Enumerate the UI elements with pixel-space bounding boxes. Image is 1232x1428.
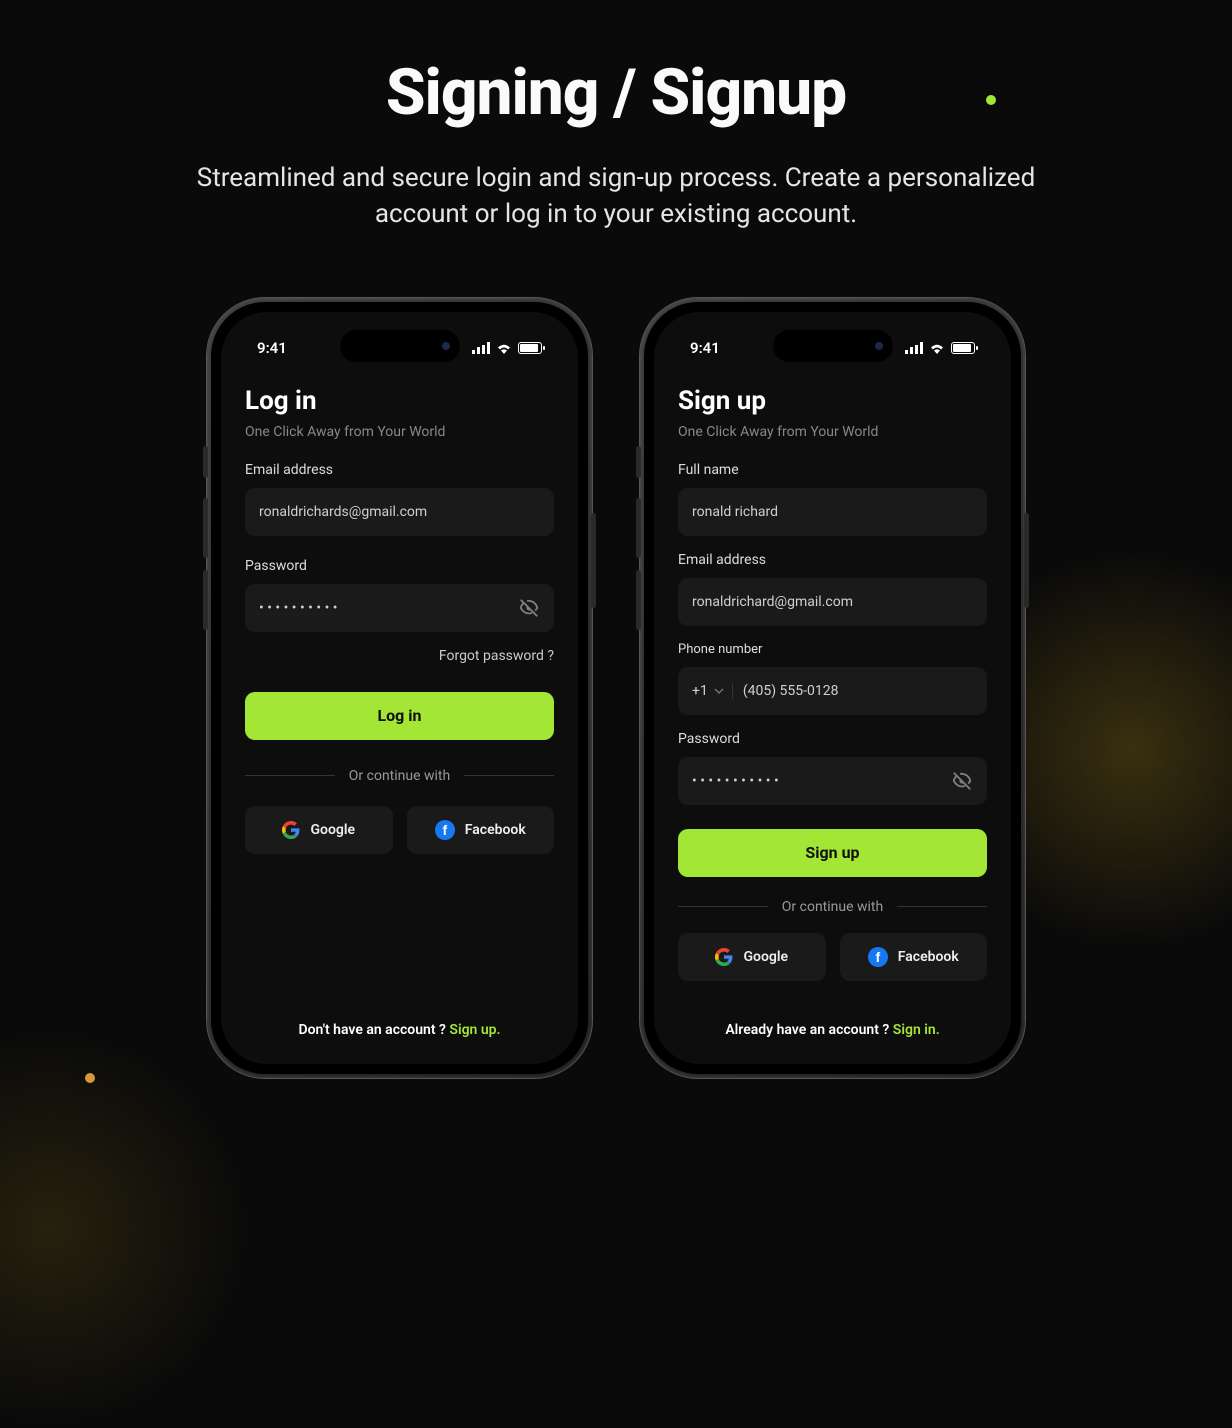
facebook-login-button[interactable]: f Facebook	[407, 806, 555, 854]
phone-side-button	[203, 570, 208, 630]
fullname-field[interactable]: ronald richard	[678, 488, 987, 536]
dynamic-island	[340, 330, 460, 362]
page-header: Signing / Signup Streamlined and secure …	[166, 0, 1066, 233]
phone-mockup-login: 9:41 Log in One Click Away from Your Wor…	[207, 298, 592, 1078]
screen-title: Log in	[245, 386, 554, 416]
wifi-icon	[929, 342, 945, 354]
password-value: • • • • • • • • • • •	[692, 773, 779, 789]
facebook-icon: f	[868, 947, 888, 967]
signup-button[interactable]: Sign up	[678, 829, 987, 877]
google-label: Google	[310, 822, 355, 838]
email-label: Email address	[245, 462, 554, 478]
google-icon	[282, 821, 300, 839]
decor-dot	[85, 1073, 95, 1083]
wifi-icon	[496, 342, 512, 354]
password-label: Password	[678, 731, 987, 747]
signup-link[interactable]: Sign up.	[449, 1022, 500, 1038]
battery-icon	[518, 342, 542, 354]
page-title: Signing / Signup	[166, 55, 1066, 130]
divider-text: Or continue with	[349, 768, 450, 784]
decor-dot	[986, 95, 996, 105]
phone-field[interactable]: +1 (405) 555-0128	[678, 667, 987, 715]
divider-text: Or continue with	[782, 899, 883, 915]
status-time: 9:41	[257, 339, 287, 357]
google-login-button[interactable]: Google	[245, 806, 393, 854]
fullname-label: Full name	[678, 462, 987, 478]
google-label: Google	[743, 949, 788, 965]
facebook-label: Facebook	[465, 822, 526, 838]
footer-text: Already have an account ?	[725, 1022, 892, 1038]
google-icon	[715, 948, 733, 966]
phone-side-button	[636, 570, 641, 630]
status-time: 9:41	[690, 339, 720, 357]
email-field[interactable]: ronaldrichards@gmail.com	[245, 488, 554, 536]
password-field[interactable]: • • • • • • • • • • •	[678, 757, 987, 805]
signal-icon	[472, 342, 490, 354]
page-subtitle: Streamlined and secure login and sign-up…	[166, 160, 1066, 233]
eye-off-icon[interactable]	[518, 597, 540, 619]
chevron-down-icon	[714, 688, 724, 694]
country-code-value: +1	[692, 683, 708, 699]
email-label: Email address	[678, 552, 987, 568]
google-signup-button[interactable]: Google	[678, 933, 826, 981]
battery-icon	[951, 342, 975, 354]
signup-button-label: Sign up	[805, 843, 859, 862]
login-button-label: Log in	[377, 706, 421, 725]
footer: Already have an account ? Sign in.	[654, 1022, 1011, 1038]
screen-subtitle: One Click Away from Your World	[245, 424, 554, 440]
facebook-label: Facebook	[898, 949, 959, 965]
screen-subtitle: One Click Away from Your World	[678, 424, 987, 440]
password-value: • • • • • • • • • •	[259, 600, 338, 616]
phone-label: Phone number	[678, 642, 987, 657]
phone-side-button	[636, 498, 641, 558]
signin-link[interactable]: Sign in.	[893, 1022, 940, 1038]
dynamic-island	[773, 330, 893, 362]
phone-side-button	[203, 498, 208, 558]
phone-side-button	[1024, 513, 1029, 608]
phone-side-button	[591, 513, 596, 608]
divider: Or continue with	[245, 768, 554, 784]
phone-mockup-signup: 9:41 Sign up One Click Away from Your Wo…	[640, 298, 1025, 1078]
fullname-value: ronald richard	[692, 504, 778, 520]
phone-value: (405) 555-0128	[743, 683, 839, 699]
facebook-icon: f	[435, 820, 455, 840]
email-value: ronaldrichard@gmail.com	[692, 594, 853, 610]
login-button[interactable]: Log in	[245, 692, 554, 740]
facebook-signup-button[interactable]: f Facebook	[840, 933, 988, 981]
password-field[interactable]: • • • • • • • • • •	[245, 584, 554, 632]
footer: Don't have an account ? Sign up.	[221, 1022, 578, 1038]
bg-glow	[0, 1028, 250, 1428]
signal-icon	[905, 342, 923, 354]
divider: Or continue with	[678, 899, 987, 915]
forgot-password-link[interactable]: Forgot password ?	[245, 648, 554, 664]
password-label: Password	[245, 558, 554, 574]
country-code-select[interactable]: +1	[692, 683, 733, 699]
phone-side-button	[636, 446, 641, 478]
phone-side-button	[203, 446, 208, 478]
screen-title: Sign up	[678, 386, 987, 416]
footer-text: Don't have an account ?	[298, 1022, 449, 1038]
email-field[interactable]: ronaldrichard@gmail.com	[678, 578, 987, 626]
eye-off-icon[interactable]	[951, 770, 973, 792]
email-value: ronaldrichards@gmail.com	[259, 504, 427, 520]
